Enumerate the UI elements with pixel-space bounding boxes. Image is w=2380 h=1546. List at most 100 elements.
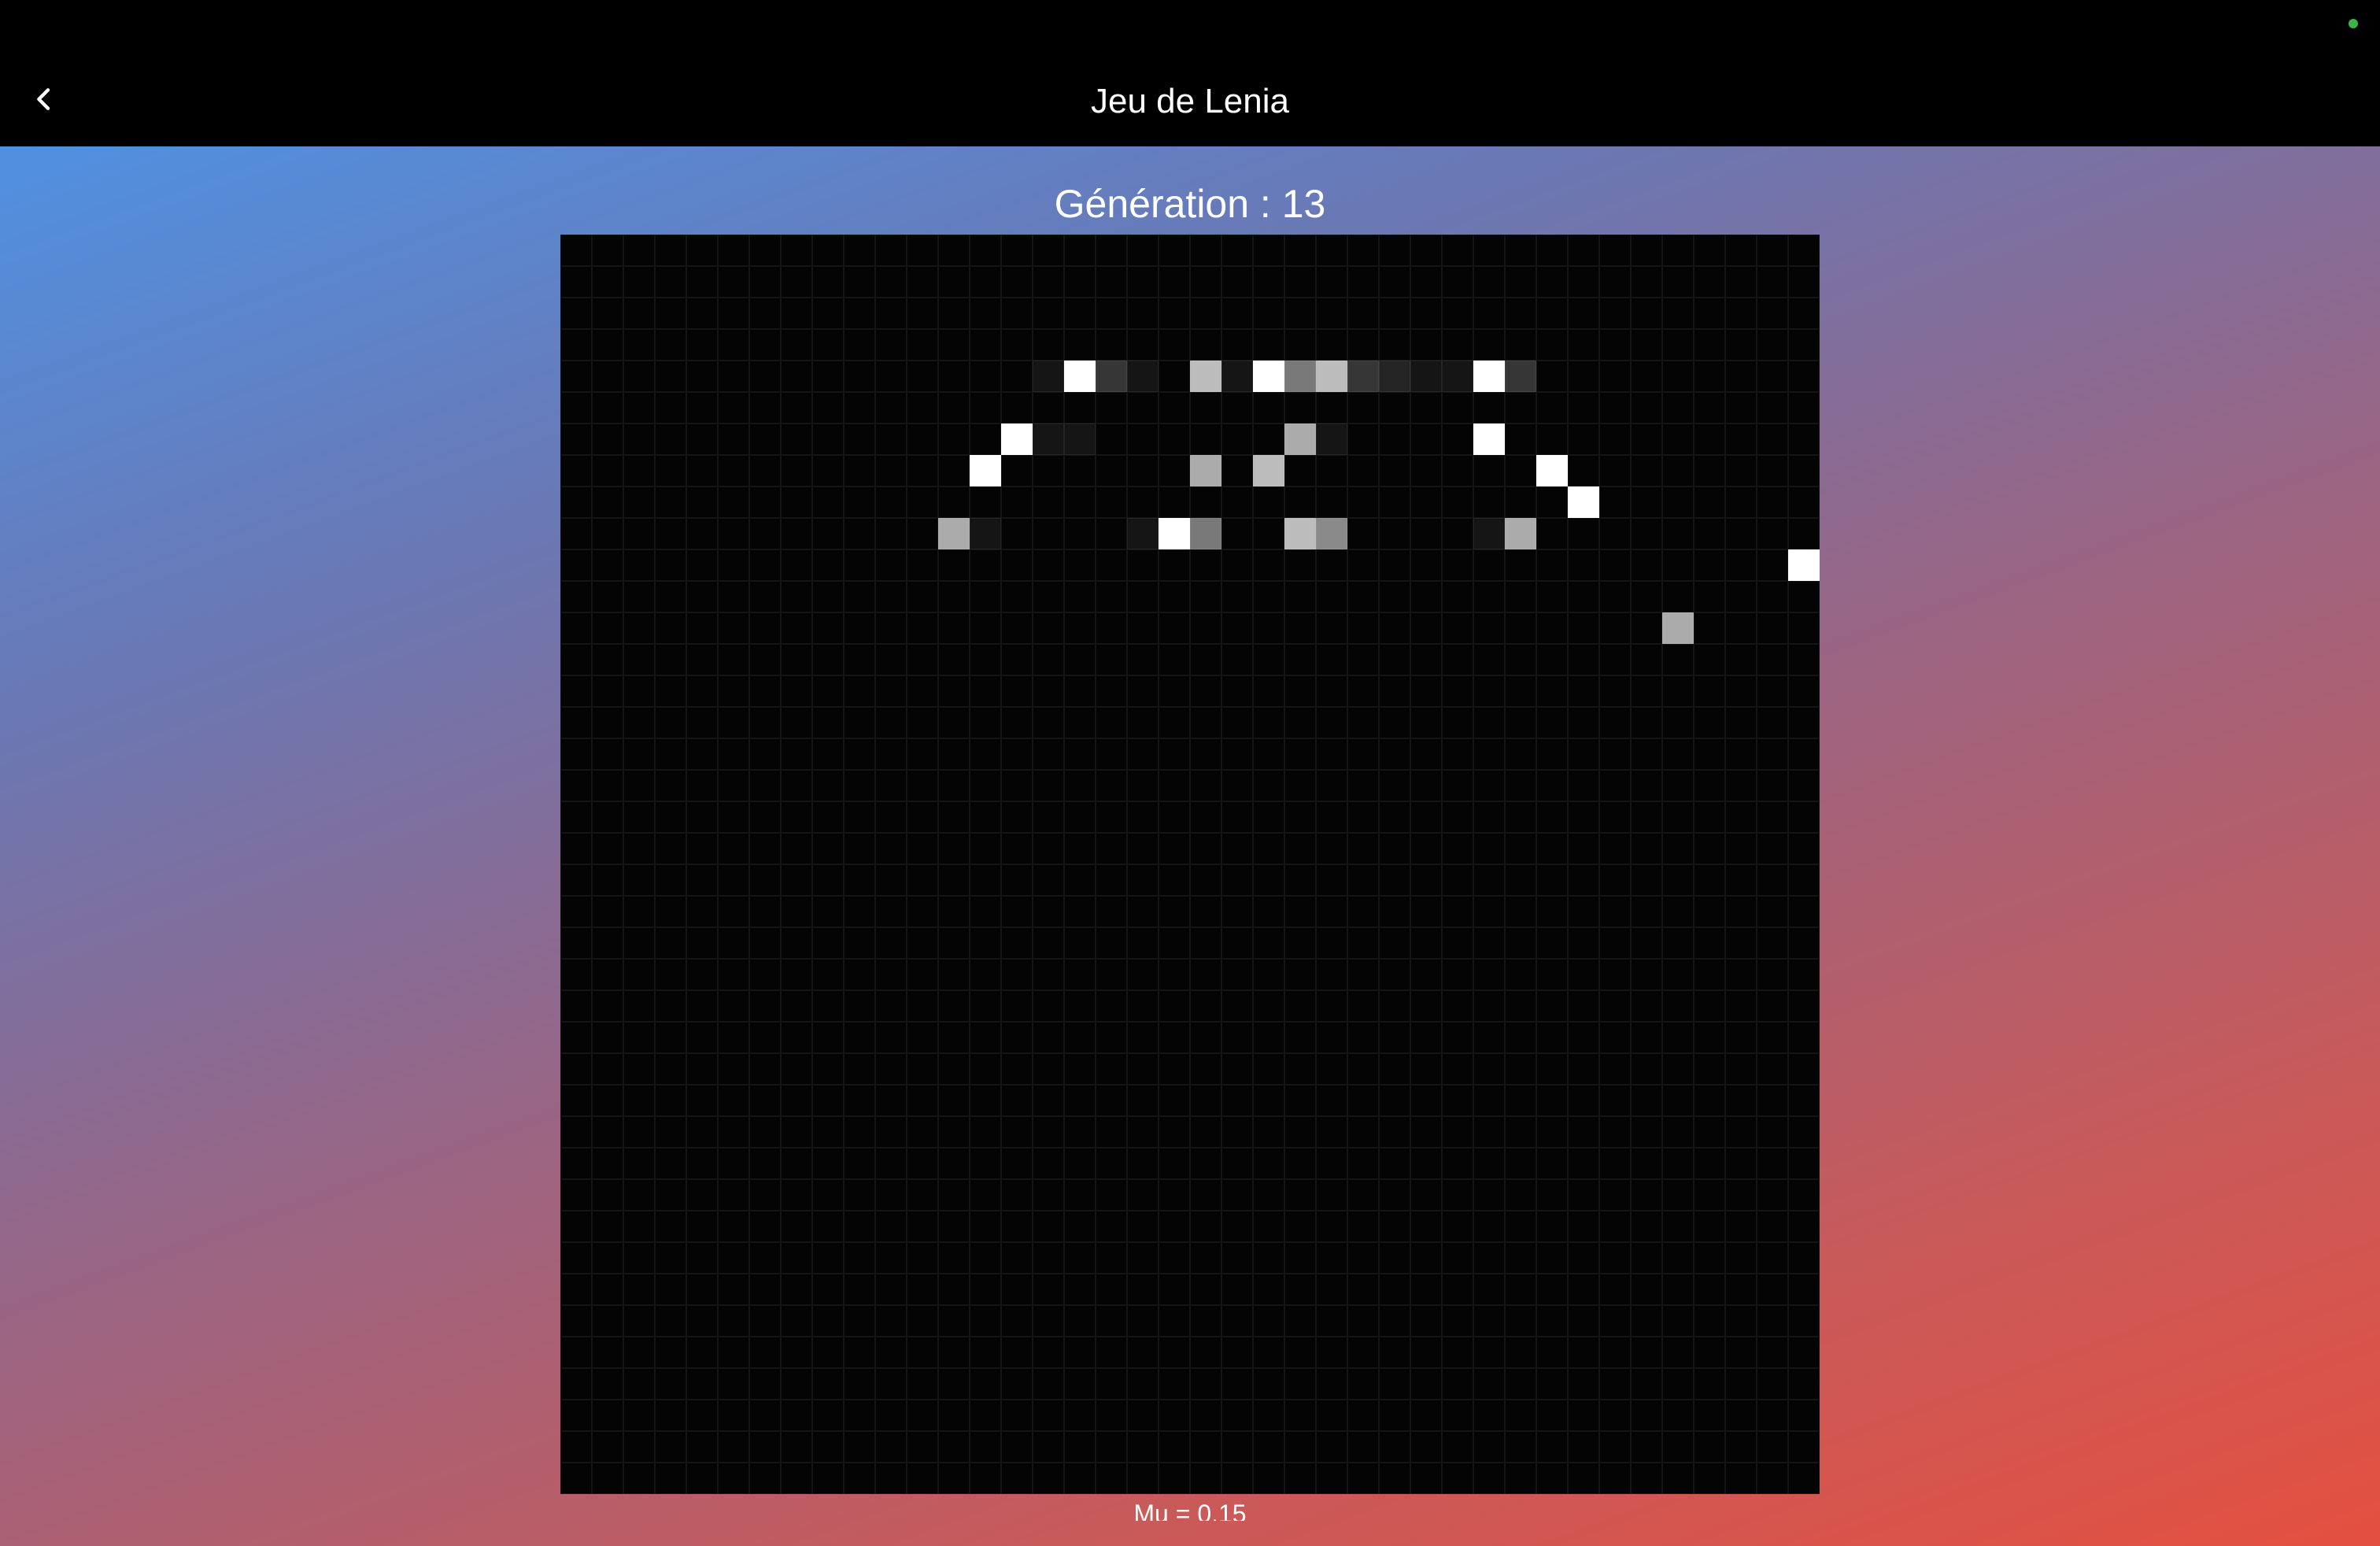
- grid-cell[interactable]: [623, 644, 655, 675]
- grid-cell[interactable]: [1442, 1022, 1473, 1053]
- grid-cell[interactable]: [1159, 675, 1190, 707]
- grid-cell[interactable]: [1631, 392, 1662, 423]
- grid-cell[interactable]: [1757, 644, 1788, 675]
- grid-cell[interactable]: [907, 455, 938, 486]
- grid-cell[interactable]: [1410, 1368, 1442, 1400]
- grid-cell[interactable]: [1694, 329, 1725, 361]
- grid-cell[interactable]: [1064, 1400, 1096, 1431]
- grid-cell[interactable]: [781, 896, 812, 927]
- grid-cell[interactable]: [686, 486, 718, 518]
- grid-cell[interactable]: [781, 1463, 812, 1494]
- grid-cell[interactable]: [560, 864, 592, 896]
- grid-cell[interactable]: [1662, 1274, 1694, 1305]
- grid-cell[interactable]: [1662, 581, 1694, 612]
- grid-cell[interactable]: [1033, 1085, 1064, 1116]
- grid-cell[interactable]: [1127, 1431, 1159, 1463]
- grid-cell[interactable]: [970, 1400, 1001, 1431]
- grid-cell[interactable]: [938, 864, 970, 896]
- grid-cell[interactable]: [1190, 927, 1221, 959]
- grid-cell[interactable]: [1127, 1148, 1159, 1179]
- grid-cell[interactable]: [1064, 770, 1096, 801]
- grid-cell[interactable]: [592, 675, 623, 707]
- grid-cell[interactable]: [686, 455, 718, 486]
- grid-cell[interactable]: [1505, 770, 1536, 801]
- grid-cell[interactable]: [875, 959, 907, 990]
- grid-cell[interactable]: [1788, 990, 1820, 1022]
- grid-cell[interactable]: [970, 1242, 1001, 1274]
- grid-cell[interactable]: [1757, 927, 1788, 959]
- grid-cell[interactable]: [1568, 675, 1599, 707]
- grid-cell[interactable]: [1221, 707, 1253, 738]
- grid-cell[interactable]: [812, 361, 844, 392]
- grid-cell[interactable]: [1473, 423, 1505, 455]
- grid-cell[interactable]: [1033, 392, 1064, 423]
- grid-cell[interactable]: [1788, 1368, 1820, 1400]
- grid-cell[interactable]: [1757, 612, 1788, 644]
- grid-cell[interactable]: [1442, 486, 1473, 518]
- grid-cell[interactable]: [1757, 1116, 1788, 1148]
- grid-cell[interactable]: [907, 1305, 938, 1337]
- grid-cell[interactable]: [844, 1305, 875, 1337]
- grid-cell[interactable]: [1505, 329, 1536, 361]
- grid-cell[interactable]: [844, 1179, 875, 1211]
- grid-cell[interactable]: [1033, 1179, 1064, 1211]
- grid-cell[interactable]: [1064, 1242, 1096, 1274]
- grid-cell[interactable]: [1505, 1337, 1536, 1368]
- grid-cell[interactable]: [1221, 1400, 1253, 1431]
- grid-cell[interactable]: [1033, 1242, 1064, 1274]
- grid-cell[interactable]: [1316, 1242, 1347, 1274]
- grid-cell[interactable]: [1536, 329, 1568, 361]
- grid-cell[interactable]: [970, 707, 1001, 738]
- grid-cell[interactable]: [592, 1179, 623, 1211]
- grid-cell[interactable]: [1599, 392, 1631, 423]
- grid-cell[interactable]: [1410, 329, 1442, 361]
- grid-cell[interactable]: [1442, 1337, 1473, 1368]
- grid-cell[interactable]: [592, 266, 623, 298]
- grid-cell[interactable]: [1788, 235, 1820, 266]
- grid-cell[interactable]: [970, 612, 1001, 644]
- grid-cell[interactable]: [907, 1400, 938, 1431]
- grid-cell[interactable]: [1662, 1148, 1694, 1179]
- grid-cell[interactable]: [1159, 1053, 1190, 1085]
- grid-cell[interactable]: [560, 455, 592, 486]
- grid-cell[interactable]: [1536, 1400, 1568, 1431]
- grid-cell[interactable]: [1379, 581, 1410, 612]
- grid-cell[interactable]: [718, 990, 749, 1022]
- grid-cell[interactable]: [1505, 864, 1536, 896]
- grid-cell[interactable]: [1190, 738, 1221, 770]
- grid-cell[interactable]: [1725, 612, 1757, 644]
- grid-cell[interactable]: [1379, 612, 1410, 644]
- grid-cell[interactable]: [1568, 644, 1599, 675]
- grid-cell[interactable]: [1284, 1463, 1316, 1494]
- grid-cell[interactable]: [592, 1274, 623, 1305]
- grid-cell[interactable]: [812, 1053, 844, 1085]
- grid-cell[interactable]: [686, 581, 718, 612]
- grid-cell[interactable]: [1442, 235, 1473, 266]
- grid-cell[interactable]: [1159, 1305, 1190, 1337]
- grid-cell[interactable]: [1379, 549, 1410, 581]
- grid-cell[interactable]: [1788, 801, 1820, 833]
- grid-cell[interactable]: [938, 1337, 970, 1368]
- grid-cell[interactable]: [1221, 549, 1253, 581]
- grid-cell[interactable]: [1662, 833, 1694, 864]
- grid-cell[interactable]: [1568, 1274, 1599, 1305]
- grid-cell[interactable]: [1410, 1463, 1442, 1494]
- grid-cell[interactable]: [1757, 1431, 1788, 1463]
- grid-cell[interactable]: [938, 1148, 970, 1179]
- grid-cell[interactable]: [781, 1148, 812, 1179]
- grid-cell[interactable]: [749, 1305, 781, 1337]
- grid-cell[interactable]: [1631, 738, 1662, 770]
- grid-cell[interactable]: [1725, 1431, 1757, 1463]
- grid-cell[interactable]: [1725, 1179, 1757, 1211]
- grid-cell[interactable]: [1127, 801, 1159, 833]
- grid-cell[interactable]: [1347, 612, 1379, 644]
- grid-cell[interactable]: [1284, 266, 1316, 298]
- grid-cell[interactable]: [1190, 896, 1221, 927]
- grid-cell[interactable]: [1473, 1179, 1505, 1211]
- grid-cell[interactable]: [623, 1431, 655, 1463]
- grid-cell[interactable]: [749, 423, 781, 455]
- grid-cell[interactable]: [1190, 1022, 1221, 1053]
- grid-cell[interactable]: [970, 833, 1001, 864]
- grid-cell[interactable]: [907, 990, 938, 1022]
- grid-cell[interactable]: [1033, 1337, 1064, 1368]
